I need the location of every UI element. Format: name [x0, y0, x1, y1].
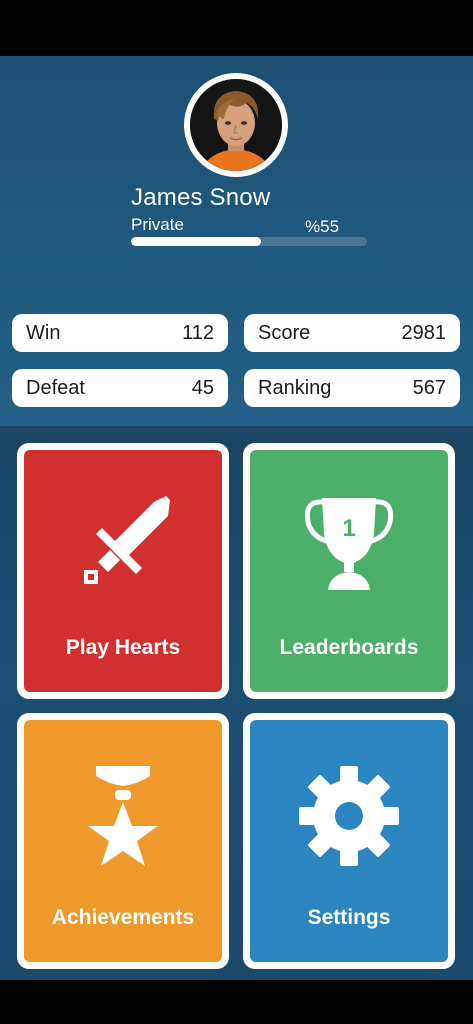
- stat-card-defeat: Defeat 45: [12, 369, 228, 407]
- stat-label: Ranking: [258, 376, 332, 399]
- progress-fill: [131, 237, 261, 246]
- profile-header: James Snow Private %55 Win 112 Score 298…: [0, 56, 473, 426]
- stat-value: 567: [412, 376, 446, 399]
- progress-bar: [131, 237, 367, 246]
- play-hearts-tile: Play Hearts: [24, 450, 222, 692]
- trophy-icon: 1: [250, 490, 448, 594]
- stat-label: Score: [258, 321, 311, 344]
- gear-icon: [250, 764, 448, 868]
- stat-label: Defeat: [26, 376, 85, 399]
- stat-value: 2981: [401, 321, 447, 344]
- medal-icon: [24, 764, 222, 872]
- avatar[interactable]: [184, 73, 288, 177]
- achievements-tile: Achievements: [24, 720, 222, 962]
- avatar-image: [190, 79, 282, 171]
- stat-value: 45: [191, 376, 214, 399]
- progress-percent: %55: [305, 217, 340, 236]
- trophy-number: 1: [342, 515, 355, 542]
- settings-label: Settings: [307, 906, 391, 929]
- achievements-button[interactable]: Achievements: [17, 713, 229, 969]
- rank-label: Private: [131, 215, 184, 234]
- status-bar: [0, 0, 473, 56]
- achievements-label: Achievements: [51, 906, 195, 929]
- leaderboards-tile: 1 Leaderboards: [250, 450, 448, 692]
- stat-value: 112: [182, 321, 214, 344]
- stat-label: Win: [26, 321, 61, 344]
- stat-card-score: Score 2981: [244, 314, 460, 352]
- leaderboards-label: Leaderboards: [279, 636, 419, 659]
- bottom-bar: [0, 980, 473, 1024]
- play-hearts-button[interactable]: Play Hearts: [17, 443, 229, 699]
- player-name: James Snow: [131, 184, 271, 211]
- settings-button[interactable]: Settings: [243, 713, 455, 969]
- play-hearts-label: Play Hearts: [65, 636, 181, 659]
- leaderboards-button[interactable]: 1 Leaderboards: [243, 443, 455, 699]
- main-menu: Play Hearts 1 Leaderboards Achievements …: [0, 426, 473, 980]
- stat-card-ranking: Ranking 567: [244, 369, 460, 407]
- stat-card-win: Win 112: [12, 314, 228, 352]
- sword-icon: [24, 488, 222, 598]
- settings-tile: Settings: [250, 720, 448, 962]
